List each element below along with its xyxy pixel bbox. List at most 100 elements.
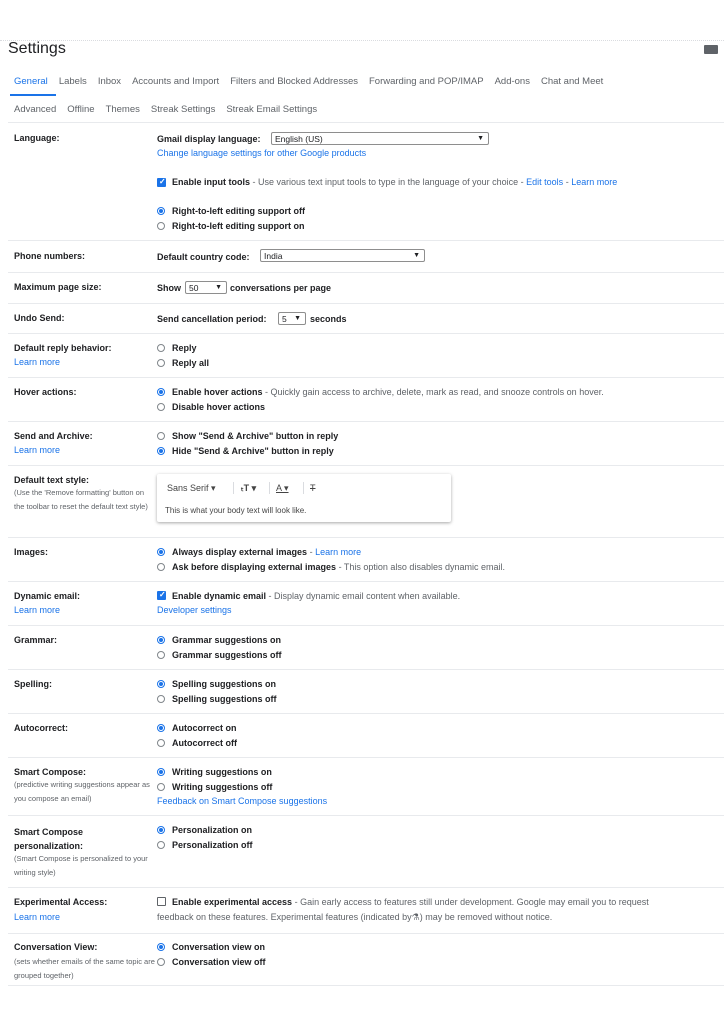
dynamic-email-label: Dynamic email: — [14, 591, 81, 601]
dynamic-email-desc: - Display dynamic email content when ava… — [266, 591, 461, 601]
divider — [8, 581, 724, 582]
spelling-label: Spelling: — [14, 679, 52, 689]
sc-personalization-label: Smart Compose personalization: — [14, 827, 84, 851]
chevron-down-icon: ▼ — [413, 252, 420, 259]
send-archive-learn-more-link[interactable]: Learn more — [14, 445, 60, 455]
divider — [8, 421, 724, 422]
reply-learn-more-link[interactable]: Learn more — [14, 357, 60, 367]
dash: - — [563, 177, 572, 187]
page-size-select[interactable]: 50 ▼ — [185, 281, 227, 294]
tab-advanced[interactable]: Advanced — [14, 104, 56, 115]
ask-before-images-radio[interactable] — [157, 563, 165, 571]
dynamic-email-checkbox[interactable] — [157, 590, 166, 600]
divider — [8, 887, 724, 888]
personalization-off-radio[interactable] — [157, 841, 165, 849]
active-tab-indicator — [10, 94, 56, 96]
conversation-view-off-radio[interactable] — [157, 958, 165, 966]
spelling-on-label: Spelling suggestions on — [172, 679, 277, 689]
always-display-images-label: Always display external images — [172, 547, 308, 557]
always-display-images-radio[interactable] — [157, 548, 165, 556]
chevron-down-icon: ▼ — [477, 135, 484, 142]
tab-streak-email-settings[interactable]: Streak Email Settings — [226, 104, 317, 115]
country-code-select[interactable]: India ▼ — [260, 249, 425, 262]
tab-streak-settings[interactable]: Streak Settings — [151, 104, 215, 115]
experimental-access-checkbox[interactable] — [157, 897, 166, 906]
tab-accounts-import[interactable]: Accounts and Import — [132, 76, 219, 87]
divider — [8, 377, 724, 378]
experimental-access-row: Enable experimental access - Gain early … — [172, 897, 649, 907]
dynamic-email-option: Enable dynamic email — [172, 591, 267, 601]
hover-actions-label: Hover actions: — [14, 387, 77, 397]
tab-labels[interactable]: Labels — [59, 76, 87, 87]
spelling-on-radio[interactable] — [157, 680, 165, 688]
phone-numbers-label: Phone numbers: — [14, 251, 86, 261]
show-send-archive-radio[interactable] — [157, 432, 165, 440]
text-style-sub: (Use the 'Remove formatting' button on t… — [14, 488, 148, 511]
tab-chat-meet[interactable]: Chat and Meet — [541, 76, 603, 87]
input-tools-learn-more-link[interactable]: Learn more — [571, 177, 617, 187]
show-send-archive-label: Show "Send & Archive" button in reply — [172, 431, 339, 441]
tab-addons[interactable]: Add-ons — [495, 76, 530, 87]
tab-themes[interactable]: Themes — [106, 104, 140, 115]
ask-before-images-row: Ask before displaying external images - … — [172, 562, 505, 572]
images-learn-more-link[interactable]: Learn more — [315, 547, 361, 557]
reply-all-radio[interactable] — [157, 359, 165, 367]
keyboard-icon[interactable] — [704, 45, 718, 54]
rtl-off-radio[interactable] — [157, 207, 165, 215]
cancellation-period-select[interactable]: 5 ▼ — [278, 312, 306, 325]
hide-send-archive-label: Hide "Send & Archive" button in reply — [172, 446, 334, 456]
reply-radio[interactable] — [157, 344, 165, 352]
images-label: Images: — [14, 547, 49, 557]
enable-hover-radio[interactable] — [157, 388, 165, 396]
toolbar-divider — [233, 482, 234, 494]
divider — [8, 757, 724, 758]
font-family-dropdown[interactable]: Sans Serif ▾ — [167, 483, 216, 494]
page-size-label: Maximum page size: — [14, 282, 102, 292]
tab-inbox[interactable]: Inbox — [98, 76, 121, 87]
personalization-on-radio[interactable] — [157, 826, 165, 834]
tab-forwarding[interactable]: Forwarding and POP/IMAP — [369, 76, 484, 87]
experimental-learn-more-link[interactable]: Learn more — [14, 912, 60, 922]
input-tools-desc: - Use various text input tools to type i… — [250, 177, 527, 187]
edit-tools-link[interactable]: Edit tools — [526, 177, 563, 187]
text-style-editor: Sans Serif ▾ ₜT ▾ A ▾ T This is what you… — [157, 474, 451, 522]
input-tools-label: Enable input tools — [172, 177, 250, 187]
sc-personalization-sub: (Smart Compose is personalized to your w… — [14, 854, 148, 877]
conversation-view-on-radio[interactable] — [157, 943, 165, 951]
tab-general[interactable]: General — [14, 76, 48, 87]
hide-send-archive-radio[interactable] — [157, 447, 165, 455]
conversation-view-label: Conversation View: — [14, 942, 98, 952]
disable-hover-radio[interactable] — [157, 403, 165, 411]
grammar-off-radio[interactable] — [157, 651, 165, 659]
settings-tabs-row-1: General Labels Inbox Accounts and Import… — [14, 76, 614, 87]
tab-offline[interactable]: Offline — [67, 104, 94, 115]
grammar-on-radio[interactable] — [157, 636, 165, 644]
enable-hover-desc: - Quickly gain access to archive, delete… — [262, 387, 604, 397]
tab-filters[interactable]: Filters and Blocked Addresses — [230, 76, 358, 87]
cancellation-period-suffix: seconds — [310, 314, 347, 324]
input-tools-checkbox[interactable] — [157, 177, 166, 187]
enable-hover-row: Enable hover actions - Quickly gain acce… — [172, 387, 604, 397]
text-color-icon[interactable]: A ▾ — [276, 483, 289, 494]
display-language-select[interactable]: English (US) ▼ — [271, 132, 489, 145]
display-language-label: Gmail display language: — [157, 134, 261, 144]
font-size-icon[interactable]: ₜT ▾ — [241, 483, 256, 494]
spelling-off-radio[interactable] — [157, 695, 165, 703]
remove-formatting-icon[interactable]: T — [310, 483, 316, 493]
divider — [8, 465, 724, 466]
dynamic-learn-more-link[interactable]: Learn more — [14, 605, 60, 615]
autocorrect-off-radio[interactable] — [157, 739, 165, 747]
chevron-down-icon: ▼ — [294, 315, 301, 322]
experimental-access-label: Experimental Access: — [14, 897, 108, 907]
autocorrect-on-radio[interactable] — [157, 724, 165, 732]
dynamic-email-row: Enable dynamic email - Display dynamic e… — [172, 591, 460, 601]
developer-settings-link[interactable]: Developer settings — [157, 605, 232, 615]
rtl-on-radio[interactable] — [157, 222, 165, 230]
divider — [8, 272, 724, 273]
writing-suggestions-off-radio[interactable] — [157, 783, 165, 791]
writing-suggestions-on-radio[interactable] — [157, 768, 165, 776]
divider — [8, 537, 724, 538]
smart-compose-feedback-link[interactable]: Feedback on Smart Compose suggestions — [157, 796, 327, 806]
change-language-link[interactable]: Change language settings for other Googl… — [157, 148, 366, 158]
page-size-show: Show — [157, 283, 181, 293]
